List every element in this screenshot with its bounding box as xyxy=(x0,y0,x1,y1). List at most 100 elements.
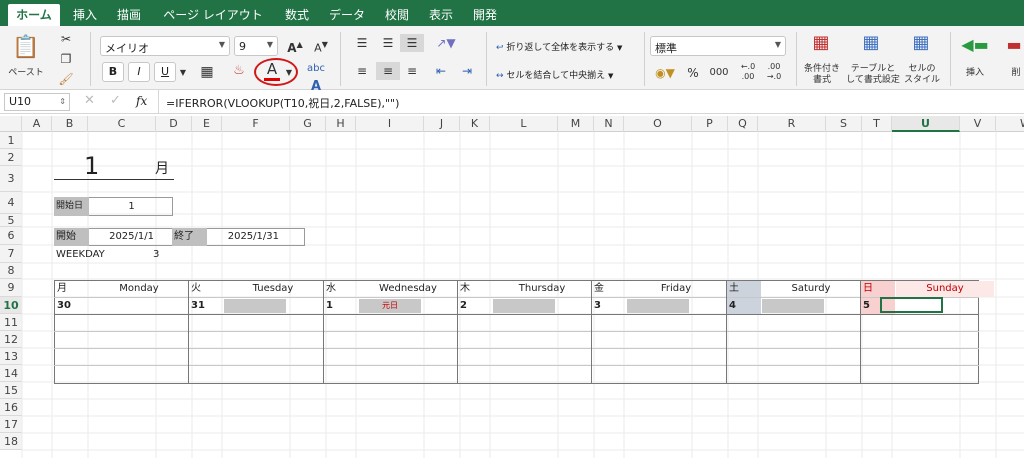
delete-cells-label[interactable]: 削 xyxy=(1008,68,1024,79)
tab-view[interactable]: 表示 xyxy=(422,4,460,26)
underline-button[interactable]: U xyxy=(154,62,176,82)
weekday-value[interactable]: 3 xyxy=(153,249,159,260)
confirm-icon[interactable]: ✓ xyxy=(110,93,121,108)
column-header-v[interactable]: V xyxy=(960,116,996,132)
column-header-b[interactable]: B xyxy=(52,116,88,132)
day-date[interactable]: 3 xyxy=(592,298,626,314)
holiday-cell[interactable]: 元日 xyxy=(359,299,421,313)
day-kanji-header[interactable]: 水 xyxy=(324,281,358,297)
formula-input[interactable]: =IFERROR(VLOOKUP(T10,祝日,2,FALSE),"") xyxy=(166,95,399,111)
format-painter-icon[interactable]: 🖌 xyxy=(58,70,74,88)
start-date[interactable]: 2025/1/1 xyxy=(90,228,172,246)
align-bottom-icon[interactable]: ☰ xyxy=(400,34,424,52)
wrap-text-button[interactable]: ↩ 折り返して全体を表示する ▼ xyxy=(496,40,638,54)
column-header-m[interactable]: M xyxy=(558,116,594,132)
chevron-down-icon[interactable]: ▼ xyxy=(178,64,188,82)
day-kanji-header[interactable]: 土 xyxy=(727,281,761,297)
select-all-corner[interactable] xyxy=(0,116,22,132)
selected-cell[interactable] xyxy=(880,297,943,313)
month-number[interactable]: 1 xyxy=(84,152,99,180)
cut-icon[interactable]: ✂ xyxy=(58,30,74,48)
font-size-select[interactable]: 9 ▼ xyxy=(234,36,278,56)
day-name-header[interactable]: Tuesday xyxy=(224,281,322,297)
day-name-header[interactable]: Thursday xyxy=(493,281,591,297)
tab-developer[interactable]: 開発 xyxy=(466,4,504,26)
increase-font-icon[interactable]: A▲ xyxy=(284,36,306,57)
border-icon[interactable]: ▦ xyxy=(194,63,220,81)
day-name-header[interactable]: Friday xyxy=(627,281,725,297)
tab-review[interactable]: 校閲 xyxy=(378,4,416,26)
fill-color-icon[interactable]: ♨ xyxy=(228,62,250,80)
day-date[interactable]: 1 xyxy=(324,298,358,314)
column-header-a[interactable]: A xyxy=(22,116,52,132)
day-name-header[interactable]: Wednesday xyxy=(359,281,457,297)
day-date[interactable]: 31 xyxy=(189,298,223,314)
font-name-select[interactable]: メイリオ ▼ xyxy=(100,36,230,56)
decrease-decimal-icon[interactable]: .00 →.0 xyxy=(762,62,786,82)
column-header-c[interactable]: C xyxy=(88,116,156,132)
column-header-f[interactable]: F xyxy=(222,116,290,132)
number-format-select[interactable]: 標準 ▼ xyxy=(650,36,786,56)
column-header-j[interactable]: J xyxy=(424,116,460,132)
table-format-label[interactable]: テーブルと して書式設定 xyxy=(846,64,900,86)
tab-insert[interactable]: 挿入 xyxy=(66,4,104,26)
orientation-icon[interactable]: ↗▼ xyxy=(430,34,462,52)
day-date[interactable]: 2 xyxy=(458,298,492,314)
column-header-g[interactable]: G xyxy=(290,116,326,132)
conditional-format-icon[interactable]: ▦ xyxy=(806,34,836,52)
column-header-d[interactable]: D xyxy=(156,116,192,132)
end-date[interactable]: 2025/1/31 xyxy=(208,228,305,246)
day-kanji-header[interactable]: 木 xyxy=(458,281,492,297)
column-header-k[interactable]: K xyxy=(460,116,490,132)
align-right-icon[interactable]: ≡ xyxy=(400,62,424,80)
day-kanji-header[interactable]: 日 xyxy=(861,281,895,297)
column-header-i[interactable]: I xyxy=(356,116,424,132)
paste-icon[interactable]: 📋 xyxy=(12,34,40,62)
insert-cells-label[interactable]: 挿入 xyxy=(960,68,990,79)
align-left-icon[interactable]: ≡ xyxy=(350,62,374,80)
column-header-w[interactable]: W xyxy=(996,116,1024,132)
tab-data[interactable]: データ xyxy=(322,4,372,26)
column-header-t[interactable]: T xyxy=(862,116,892,132)
column-header-s[interactable]: S xyxy=(826,116,862,132)
holiday-cell[interactable] xyxy=(90,299,152,313)
holiday-cell[interactable] xyxy=(627,299,689,313)
italic-button[interactable]: I xyxy=(128,62,150,82)
column-header-l[interactable]: L xyxy=(490,116,558,132)
holiday-cell[interactable] xyxy=(493,299,555,313)
currency-icon[interactable]: ◉▼ xyxy=(650,64,680,82)
merge-center-button[interactable]: ↔ セルを結合して中央揃え ▼ xyxy=(496,68,638,82)
font-color-icon[interactable]: A xyxy=(262,60,282,78)
cell-style-icon[interactable]: ▦ xyxy=(906,34,936,52)
increase-decimal-icon[interactable]: ←.0.00 xyxy=(736,62,760,82)
column-header-n[interactable]: N xyxy=(594,116,624,132)
column-header-o[interactable]: O xyxy=(624,116,692,132)
conditional-format-label[interactable]: 条件付き 書式 xyxy=(800,64,844,86)
copy-icon[interactable]: ❐ xyxy=(58,50,74,68)
bold-button[interactable]: B xyxy=(102,62,124,82)
column-header-u[interactable]: U xyxy=(892,116,960,132)
percent-button[interactable]: % xyxy=(684,64,702,82)
column-header-e[interactable]: E xyxy=(192,116,222,132)
day-date[interactable]: 30 xyxy=(55,298,89,314)
insert-cells-icon[interactable]: ◀▬ xyxy=(960,36,990,54)
column-header-h[interactable]: H xyxy=(326,116,356,132)
chevron-down-icon[interactable]: ▼ xyxy=(284,64,294,82)
comma-button[interactable]: 000 xyxy=(706,64,732,82)
name-box[interactable]: U10 ⇕ xyxy=(4,93,70,111)
column-header-r[interactable]: R xyxy=(758,116,826,132)
tab-page-layout[interactable]: ページ レイアウト xyxy=(154,4,272,26)
column-header-p[interactable]: P xyxy=(692,116,728,132)
decrease-font-icon[interactable]: A▼ xyxy=(310,36,332,58)
increase-indent-icon[interactable]: ⇥ xyxy=(456,62,478,80)
align-middle-icon[interactable]: ☰ xyxy=(376,34,400,52)
day-kanji-header[interactable]: 月 xyxy=(55,281,89,297)
cancel-icon[interactable]: ✕ xyxy=(84,93,95,108)
day-kanji-header[interactable]: 金 xyxy=(592,281,626,297)
day-date[interactable]: 4 xyxy=(727,298,761,314)
cell-style-label[interactable]: セルの スタイル xyxy=(900,64,944,86)
start-day-value[interactable]: 1 xyxy=(90,197,173,216)
day-name-header[interactable]: Saturdy xyxy=(762,281,860,297)
table-format-icon[interactable]: ▦ xyxy=(856,34,886,52)
align-top-icon[interactable]: ☰ xyxy=(350,34,374,52)
